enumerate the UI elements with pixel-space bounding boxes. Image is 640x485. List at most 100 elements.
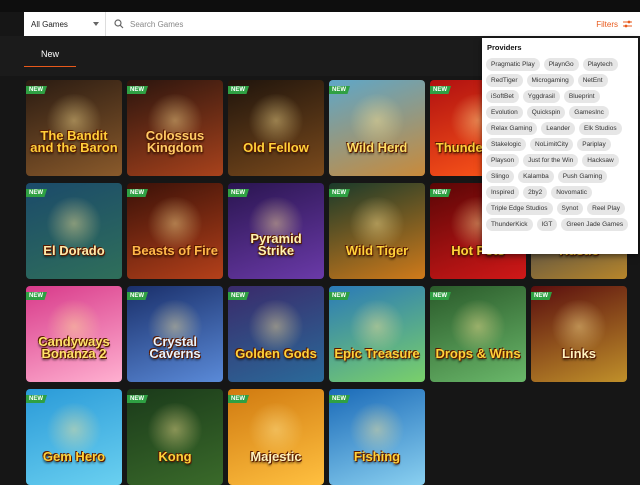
game-tile[interactable]: NEW Drops & Wins bbox=[430, 286, 526, 382]
tab-new-label: New bbox=[40, 49, 59, 59]
provider-chip[interactable]: RedTiger bbox=[486, 74, 523, 87]
new-badge: NEW bbox=[26, 86, 47, 94]
game-tile[interactable]: NEW Links bbox=[531, 286, 627, 382]
game-tile[interactable]: NEW Wild Tiger bbox=[329, 183, 425, 279]
provider-chip[interactable]: Just for the Win bbox=[523, 154, 579, 167]
chevron-down-icon bbox=[93, 22, 99, 26]
game-tile[interactable]: NEW Kong bbox=[127, 389, 223, 485]
game-tile[interactable]: NEW Epic Treasure bbox=[329, 286, 425, 382]
game-tile[interactable]: NEW Golden Gods bbox=[228, 286, 324, 382]
provider-chip[interactable]: IGT bbox=[536, 218, 558, 231]
game-title: Fishing bbox=[353, 449, 401, 464]
provider-chip[interactable]: NoLimitCity bbox=[530, 138, 574, 151]
game-tile[interactable]: NEW Wild Herd bbox=[329, 80, 425, 176]
game-title: Beasts of Fire bbox=[132, 243, 218, 258]
filter-sliders-icon bbox=[623, 20, 632, 28]
providers-title: Providers bbox=[487, 43, 522, 52]
game-tile[interactable]: NEW Crystal Caverns bbox=[127, 286, 223, 382]
game-art bbox=[348, 403, 406, 457]
top-bar bbox=[0, 0, 640, 12]
game-title: Candyways Bonanza 2 bbox=[38, 334, 110, 361]
search-bar: All Games Search Games Filters bbox=[24, 12, 640, 36]
game-tile[interactable]: NEW Candyways Bonanza 2 bbox=[26, 286, 122, 382]
provider-chip[interactable]: Yggdrasil bbox=[522, 90, 560, 103]
game-title: Links bbox=[562, 346, 596, 361]
provider-chip[interactable]: ThunderKick bbox=[486, 218, 533, 231]
game-tile[interactable]: NEW Beasts of Fire bbox=[127, 183, 223, 279]
provider-chip[interactable]: PlaynGo bbox=[543, 58, 579, 71]
game-title: Old Fellow bbox=[243, 140, 309, 155]
new-badge: NEW bbox=[26, 189, 47, 197]
game-title: The Bandit and the Baron bbox=[30, 128, 118, 155]
new-badge: NEW bbox=[329, 86, 350, 94]
provider-chip[interactable]: Playson bbox=[486, 154, 520, 167]
game-title: Golden Gods bbox=[235, 346, 317, 361]
game-tile[interactable]: NEW Gem Hero bbox=[26, 389, 122, 485]
provider-chip[interactable]: Microgaming bbox=[526, 74, 574, 87]
game-tile[interactable]: NEW Old Fellow bbox=[228, 80, 324, 176]
provider-chip[interactable]: Novomatic bbox=[551, 186, 592, 199]
game-tile[interactable]: NEW Colossus Kingdom bbox=[127, 80, 223, 176]
provider-chip[interactable]: Triple Edge Studios bbox=[486, 202, 553, 215]
search-icon bbox=[114, 19, 124, 29]
search-input[interactable]: Search Games bbox=[106, 19, 596, 29]
game-title: Drops & Wins bbox=[435, 346, 521, 361]
game-title: Majestic bbox=[250, 449, 302, 464]
provider-chip[interactable]: Playtech bbox=[582, 58, 618, 71]
providers-list: Pragmatic Play PlaynGo Playtech RedTiger Mic… bbox=[486, 58, 634, 231]
game-tile[interactable]: NEW Fishing bbox=[329, 389, 425, 485]
game-art bbox=[247, 403, 305, 457]
provider-chip[interactable]: NetEnt bbox=[577, 74, 608, 87]
provider-chip[interactable]: Elk Studios bbox=[579, 122, 622, 135]
new-badge: NEW bbox=[228, 395, 249, 403]
new-badge: NEW bbox=[26, 292, 47, 300]
new-badge: NEW bbox=[228, 292, 249, 300]
game-art bbox=[45, 403, 103, 457]
filters-button[interactable]: Filters bbox=[596, 20, 640, 29]
provider-chip[interactable]: Synot bbox=[556, 202, 584, 215]
new-badge: NEW bbox=[127, 395, 148, 403]
new-badge: NEW bbox=[531, 292, 552, 300]
game-tile[interactable]: NEW Pyramid Strike bbox=[228, 183, 324, 279]
provider-chip[interactable]: Push Gaming bbox=[557, 170, 608, 183]
provider-chip[interactable]: Stakelogic bbox=[486, 138, 526, 151]
new-badge: NEW bbox=[127, 189, 148, 197]
provider-chip[interactable]: Green Jade Games bbox=[561, 218, 629, 231]
game-title: Crystal Caverns bbox=[149, 334, 201, 361]
game-title: Colossus Kingdom bbox=[145, 128, 205, 155]
game-title: Epic Treasure bbox=[334, 346, 420, 361]
game-title: Wild Tiger bbox=[345, 243, 409, 258]
provider-chip[interactable]: 2by2 bbox=[523, 186, 548, 199]
filters-label: Filters bbox=[596, 19, 618, 29]
game-tile[interactable]: NEW Majestic bbox=[228, 389, 324, 485]
provider-chip[interactable]: Reel Play bbox=[587, 202, 625, 215]
provider-chip[interactable]: Leander bbox=[541, 122, 576, 135]
game-category-select[interactable]: All Games bbox=[24, 12, 106, 36]
provider-chip[interactable]: iSoftBet bbox=[486, 90, 519, 103]
provider-chip[interactable]: Pragmatic Play bbox=[486, 58, 540, 71]
new-badge: NEW bbox=[228, 189, 249, 197]
provider-chip[interactable]: Relax Gaming bbox=[486, 122, 538, 135]
provider-chip[interactable]: Pariplay bbox=[577, 138, 611, 151]
new-badge: NEW bbox=[430, 189, 451, 197]
tab-new[interactable]: New bbox=[24, 42, 76, 67]
new-badge: NEW bbox=[26, 395, 47, 403]
provider-chip[interactable]: Kalamba bbox=[518, 170, 554, 183]
game-title: El Dorado bbox=[43, 243, 105, 258]
game-title: Gem Hero bbox=[42, 449, 106, 464]
provider-chip[interactable]: Hacksaw bbox=[582, 154, 619, 167]
new-badge: NEW bbox=[430, 86, 451, 94]
provider-chip[interactable]: GamesInc bbox=[569, 106, 609, 119]
new-badge: NEW bbox=[329, 395, 350, 403]
provider-chip[interactable]: Blueprint bbox=[563, 90, 600, 103]
game-tile[interactable]: NEW The Bandit and the Baron bbox=[26, 80, 122, 176]
new-badge: NEW bbox=[127, 86, 148, 94]
game-tile[interactable]: NEW El Dorado bbox=[26, 183, 122, 279]
game-art bbox=[146, 403, 204, 457]
provider-chip[interactable]: Slingo bbox=[486, 170, 515, 183]
provider-chip[interactable]: Evolution bbox=[486, 106, 523, 119]
provider-chip[interactable]: Quickspin bbox=[526, 106, 566, 119]
new-badge: NEW bbox=[329, 189, 350, 197]
provider-chip[interactable]: Inspired bbox=[486, 186, 520, 199]
providers-panel: Providers Pragmatic Play PlaynGo Playtech R… bbox=[482, 38, 638, 254]
